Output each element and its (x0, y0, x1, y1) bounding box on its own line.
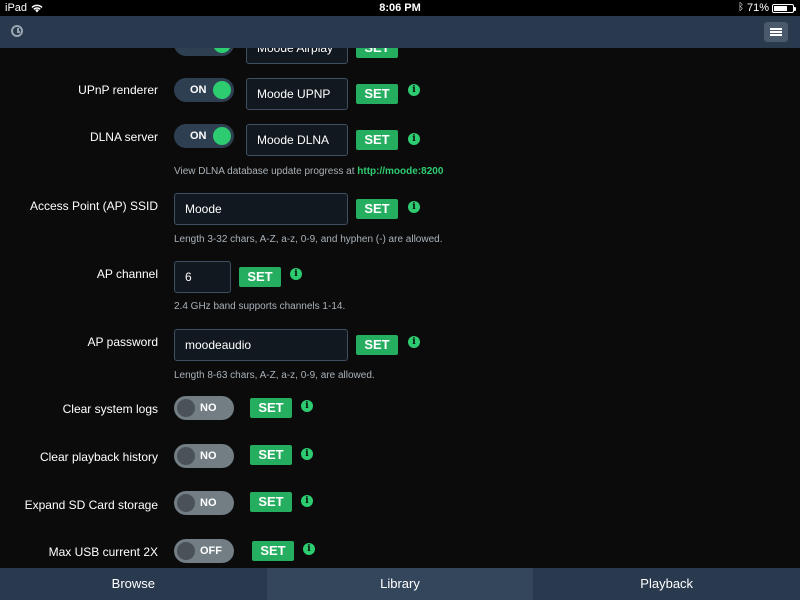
upnp-set-button[interactable]: SET (356, 84, 398, 104)
ap-ssid-input[interactable]: Moode (174, 193, 348, 225)
expand-sd-label: Expand SD Card storage (24, 498, 158, 512)
upnp-info-icon[interactable]: i (408, 84, 420, 96)
ap-channel-set-button[interactable]: SET (239, 267, 281, 287)
toggle-knob (177, 494, 195, 512)
menu-button[interactable] (764, 22, 788, 42)
usb-current-label: Max USB current 2X (48, 545, 158, 559)
menu-bar-icon (770, 28, 782, 30)
ap-ssid-info-icon[interactable]: i (408, 201, 420, 213)
toggle-knob (177, 447, 195, 465)
settings-panel: Moode Airplay SET i UPnP renderer ON Moo… (0, 48, 800, 568)
clear-history-label: Clear playback history (39, 450, 158, 464)
upnp-name-input[interactable]: Moode UPNP (246, 78, 348, 110)
airplay-set-button[interactable]: SET (356, 48, 398, 58)
ap-password-info-icon[interactable]: i (408, 336, 420, 348)
toggle-state: NO (200, 450, 217, 462)
clear-logs-toggle[interactable]: NO (174, 396, 234, 420)
toggle-knob (177, 542, 195, 560)
upnp-toggle[interactable]: ON (174, 78, 234, 102)
ap-ssid-help-text: Length 3-32 chars, A-Z, a-z, 0-9, and hy… (174, 234, 443, 245)
dlna-help-text: View DLNA database update progress at ht… (174, 166, 443, 177)
battery-percent: 71% (746, 2, 769, 14)
toggle-knob (177, 399, 195, 417)
ap-channel-label: AP channel (96, 267, 158, 281)
app-header (0, 16, 800, 48)
menu-bar-icon (770, 34, 782, 36)
ap-password-input[interactable]: moodeaudio (174, 329, 348, 361)
ap-ssid-label: Access Point (AP) SSID (29, 199, 158, 213)
tab-library[interactable]: Library (266, 568, 534, 600)
dlna-name-input[interactable]: Moode DLNA (246, 124, 348, 156)
dlna-toggle[interactable]: ON (174, 124, 234, 148)
ap-channel-info-icon[interactable]: i (290, 268, 302, 280)
clock-icon[interactable] (11, 25, 23, 37)
ap-password-set-button[interactable]: SET (356, 335, 398, 355)
clear-logs-label: Clear system logs (62, 402, 158, 416)
clear-history-toggle[interactable]: NO (174, 444, 234, 468)
toggle-knob (213, 48, 231, 53)
toggle-knob (213, 127, 231, 145)
clear-logs-set-button[interactable]: SET (250, 398, 292, 418)
toggle-state: ON (190, 130, 207, 142)
toggle-state: OFF (200, 545, 222, 557)
tab-browse[interactable]: Browse (0, 568, 267, 600)
airplay-toggle[interactable] (174, 48, 234, 56)
usb-current-info-icon[interactable]: i (303, 543, 315, 555)
ap-ssid-set-button[interactable]: SET (356, 199, 398, 219)
clear-logs-info-icon[interactable]: i (301, 400, 313, 412)
wifi-icon (31, 4, 43, 12)
ios-status-bar: 8:06 PM iPad ᛒ 71% (0, 0, 800, 16)
dlna-progress-link[interactable]: http://moode:8200 (357, 166, 443, 177)
usb-current-toggle[interactable]: OFF (174, 539, 234, 563)
toggle-state: NO (200, 402, 217, 414)
clear-history-set-button[interactable]: SET (250, 445, 292, 465)
battery-icon (772, 3, 796, 13)
expand-sd-set-button[interactable]: SET (250, 492, 292, 512)
ap-channel-input[interactable]: 6 (174, 261, 231, 293)
expand-sd-info-icon[interactable]: i (301, 495, 313, 507)
device-name: iPad (5, 2, 28, 14)
dlna-label: DLNA server (89, 130, 158, 144)
ap-password-label: AP password (87, 335, 158, 349)
bottom-tab-bar: Browse Library Playback (0, 568, 800, 600)
upnp-label: UPnP renderer (78, 83, 158, 97)
status-time: 8:06 PM (379, 2, 421, 14)
dlna-info-icon[interactable]: i (408, 133, 420, 145)
clear-history-info-icon[interactable]: i (301, 448, 313, 460)
toggle-state: NO (200, 497, 217, 509)
menu-bar-icon (770, 31, 782, 33)
toggle-state: ON (190, 84, 207, 96)
ap-password-help-text: Length 8-63 chars, A-Z, a-z, 0-9, are al… (174, 370, 375, 381)
bluetooth-icon: ᛒ (737, 2, 744, 13)
airplay-name-input[interactable]: Moode Airplay (246, 48, 348, 64)
dlna-help-prefix: View DLNA database update progress at (174, 166, 358, 177)
battery-fill (774, 5, 787, 11)
tab-playback[interactable]: Playback (533, 568, 800, 600)
toggle-knob (213, 81, 231, 99)
usb-current-set-button[interactable]: SET (252, 541, 294, 561)
ap-channel-help-text: 2.4 GHz band supports channels 1-14. (174, 301, 346, 312)
expand-sd-toggle[interactable]: NO (174, 491, 234, 515)
dlna-set-button[interactable]: SET (356, 130, 398, 150)
